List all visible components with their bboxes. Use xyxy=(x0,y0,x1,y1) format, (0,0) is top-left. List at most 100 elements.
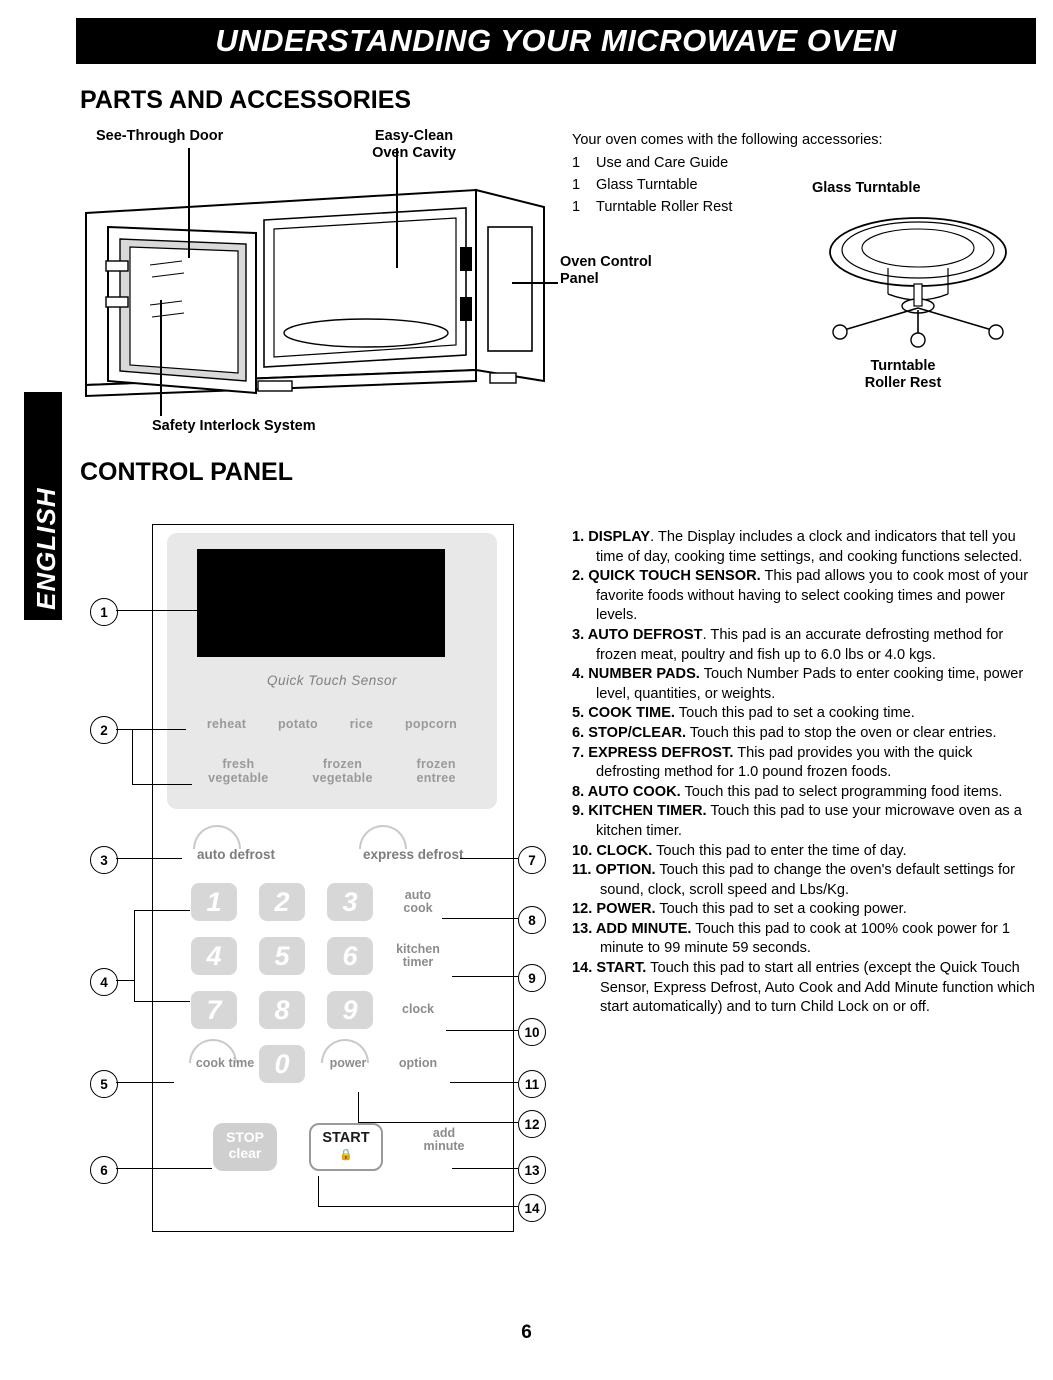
banner-title: UNDERSTANDING YOUR MICROWAVE OVEN xyxy=(215,23,897,58)
leader-oven-cavity xyxy=(396,148,398,268)
language-tab-label: ENGLISH xyxy=(31,487,61,610)
pad-number-8[interactable]: 8 xyxy=(259,991,305,1029)
desc-12-term: POWER. xyxy=(596,901,656,918)
desc-3-num: 3. xyxy=(572,626,585,643)
sensor-pad-popcorn[interactable]: popcorn xyxy=(405,717,457,731)
pad-stop-clear[interactable]: STOP clear xyxy=(213,1123,277,1171)
leader-callout-12a xyxy=(358,1092,360,1122)
desc-11-term: OPTION. xyxy=(595,862,656,879)
pad-number-6[interactable]: 6 xyxy=(327,937,373,975)
desc-1-text: . The Display includes a clock and indic… xyxy=(596,529,1023,565)
desc-6-term: STOP/CLEAR. xyxy=(588,724,687,741)
desc-10-term: CLOCK. xyxy=(596,842,653,859)
pad-add-minute-line2: minute xyxy=(423,1139,465,1153)
callout-7: 7 xyxy=(518,846,546,874)
callout-6: 6 xyxy=(90,1156,118,1184)
pad-number-9[interactable]: 9 xyxy=(327,991,373,1029)
control-panel-descriptions: 1. DISPLAY. The Display includes a clock… xyxy=(572,528,1036,1018)
desc-4-num: 4. xyxy=(572,666,585,683)
desc-item-14: 14. START. Touch this pad to start all e… xyxy=(572,959,1036,1018)
leader-oven-control-panel xyxy=(512,282,558,284)
sensor-pad-reheat[interactable]: reheat xyxy=(207,717,246,731)
sensor-pad-potato[interactable]: potato xyxy=(278,717,318,731)
desc-5-text: Touch this pad to set a cooking time. xyxy=(675,705,915,722)
sensor-pad-fresh-vegetable[interactable]: fresh vegetable xyxy=(198,757,278,785)
leader-callout-14b xyxy=(318,1206,518,1208)
desc-2-num: 2. xyxy=(572,568,585,585)
pad-auto-cook-line2: cook xyxy=(403,901,433,915)
pad-number-2[interactable]: 2 xyxy=(259,883,305,921)
pad-option[interactable]: option xyxy=(385,1057,451,1070)
turntable-illustration xyxy=(829,217,1007,348)
desc-7-term: EXPRESS DEFROST. xyxy=(588,744,734,761)
desc-9-term: KITCHEN TIMER. xyxy=(588,803,707,820)
sensor-pad-fresh-vegetable-line1: fresh xyxy=(222,757,255,771)
pad-express-defrost[interactable]: express defrost xyxy=(363,847,464,862)
desc-item-4: 4. NUMBER PADS. Touch Number Pads to ent… xyxy=(572,665,1036,704)
desc-4-term: NUMBER PADS. xyxy=(588,666,700,683)
pad-clock[interactable]: clock xyxy=(385,1003,451,1016)
label-roller-rest-line2: Roller Rest xyxy=(864,375,942,391)
desc-11-num: 11. xyxy=(572,862,592,879)
accessory-qty-3: 1 xyxy=(572,199,581,215)
page-number: 6 xyxy=(521,1322,532,1343)
callout-1: 1 xyxy=(90,598,118,626)
desc-item-10: 10. CLOCK. Touch this pad to enter the t… xyxy=(572,842,1036,862)
desc-7-num: 7. xyxy=(572,744,585,761)
desc-item-9: 9. KITCHEN TIMER. Touch this pad to use … xyxy=(572,802,1036,841)
desc-5-num: 5. xyxy=(572,705,585,722)
sensor-pad-frozen-entree-line1: frozen xyxy=(416,757,456,771)
pad-auto-cook-line1: auto xyxy=(404,888,432,902)
accessory-qty-2: 1 xyxy=(572,177,581,193)
label-turntable-roller-rest: Turntable Roller Rest xyxy=(838,358,968,392)
pad-number-5[interactable]: 5 xyxy=(259,937,305,975)
leader-callout-10 xyxy=(446,1030,518,1032)
label-easy-clean-line1: Easy-Clean xyxy=(374,128,454,144)
desc-item-3: 3. AUTO DEFROST. This pad is an accurate… xyxy=(572,626,1036,665)
leader-callout-9 xyxy=(452,976,518,978)
label-easy-clean: Easy-Clean Oven Cavity xyxy=(356,128,472,162)
sensor-pad-frozen-entree[interactable]: frozen entree xyxy=(406,757,465,785)
pad-kitchen-timer[interactable]: kitchen timer xyxy=(385,943,451,969)
callout-9: 9 xyxy=(518,964,546,992)
leader-safety-interlock xyxy=(160,300,162,416)
desc-8-text: Touch this pad to select programming foo… xyxy=(680,783,1003,800)
desc-8-term: AUTO COOK. xyxy=(587,783,681,800)
pad-auto-cook[interactable]: auto cook xyxy=(385,889,451,915)
pad-start[interactable]: START 🔒 xyxy=(309,1123,383,1171)
language-tab: ENGLISH xyxy=(24,392,62,620)
pad-add-minute[interactable]: add minute xyxy=(411,1127,477,1153)
auto-defrost-arc-icon xyxy=(193,825,241,849)
desc-item-8: 8. AUTO COOK. Touch this pad to select p… xyxy=(572,783,1036,803)
callout-5: 5 xyxy=(90,1070,118,1098)
leader-callout-4b xyxy=(134,910,136,1002)
desc-item-12: 12. POWER. Touch this pad to set a cooki… xyxy=(572,900,1036,920)
callout-8: 8 xyxy=(518,906,546,934)
desc-3-term: AUTO DEFROST xyxy=(587,626,703,643)
callout-11: 11 xyxy=(518,1070,546,1098)
parts-section-title: PARTS AND ACCESSORIES xyxy=(80,86,412,114)
label-turntable-line1: Turntable xyxy=(870,358,936,374)
callout-3: 3 xyxy=(90,846,118,874)
sensor-pad-frozen-entree-line2: entree xyxy=(416,771,456,785)
accessory-name-2: Glass Turntable xyxy=(596,177,698,193)
pad-number-7[interactable]: 7 xyxy=(191,991,237,1029)
label-oven-control-line1: Oven Control xyxy=(560,254,652,270)
pad-add-minute-line1: add xyxy=(432,1126,456,1140)
leader-callout-12b xyxy=(358,1122,518,1124)
leader-callout-4c xyxy=(134,910,190,912)
sensor-pad-frozen-vegetable[interactable]: frozen vegetable xyxy=(302,757,382,785)
pad-number-1[interactable]: 1 xyxy=(191,883,237,921)
leader-callout-1 xyxy=(116,610,222,612)
pad-number-4[interactable]: 4 xyxy=(191,937,237,975)
desc-item-13: 13. ADD MINUTE. Touch this pad to cook a… xyxy=(572,920,1036,959)
pad-kitchen-timer-line2: timer xyxy=(402,955,434,969)
desc-12-text: Touch this pad to set a cooking power. xyxy=(655,901,907,918)
pad-auto-defrost[interactable]: auto defrost xyxy=(197,847,275,862)
desc-item-6: 6. STOP/CLEAR. Touch this pad to stop th… xyxy=(572,724,1036,744)
sensor-row-1: reheat potato rice popcorn xyxy=(167,717,497,731)
pad-number-3[interactable]: 3 xyxy=(327,883,373,921)
desc-5-term: COOK TIME. xyxy=(588,705,675,722)
power-arc-icon xyxy=(321,1039,369,1063)
sensor-pad-rice[interactable]: rice xyxy=(350,717,373,731)
